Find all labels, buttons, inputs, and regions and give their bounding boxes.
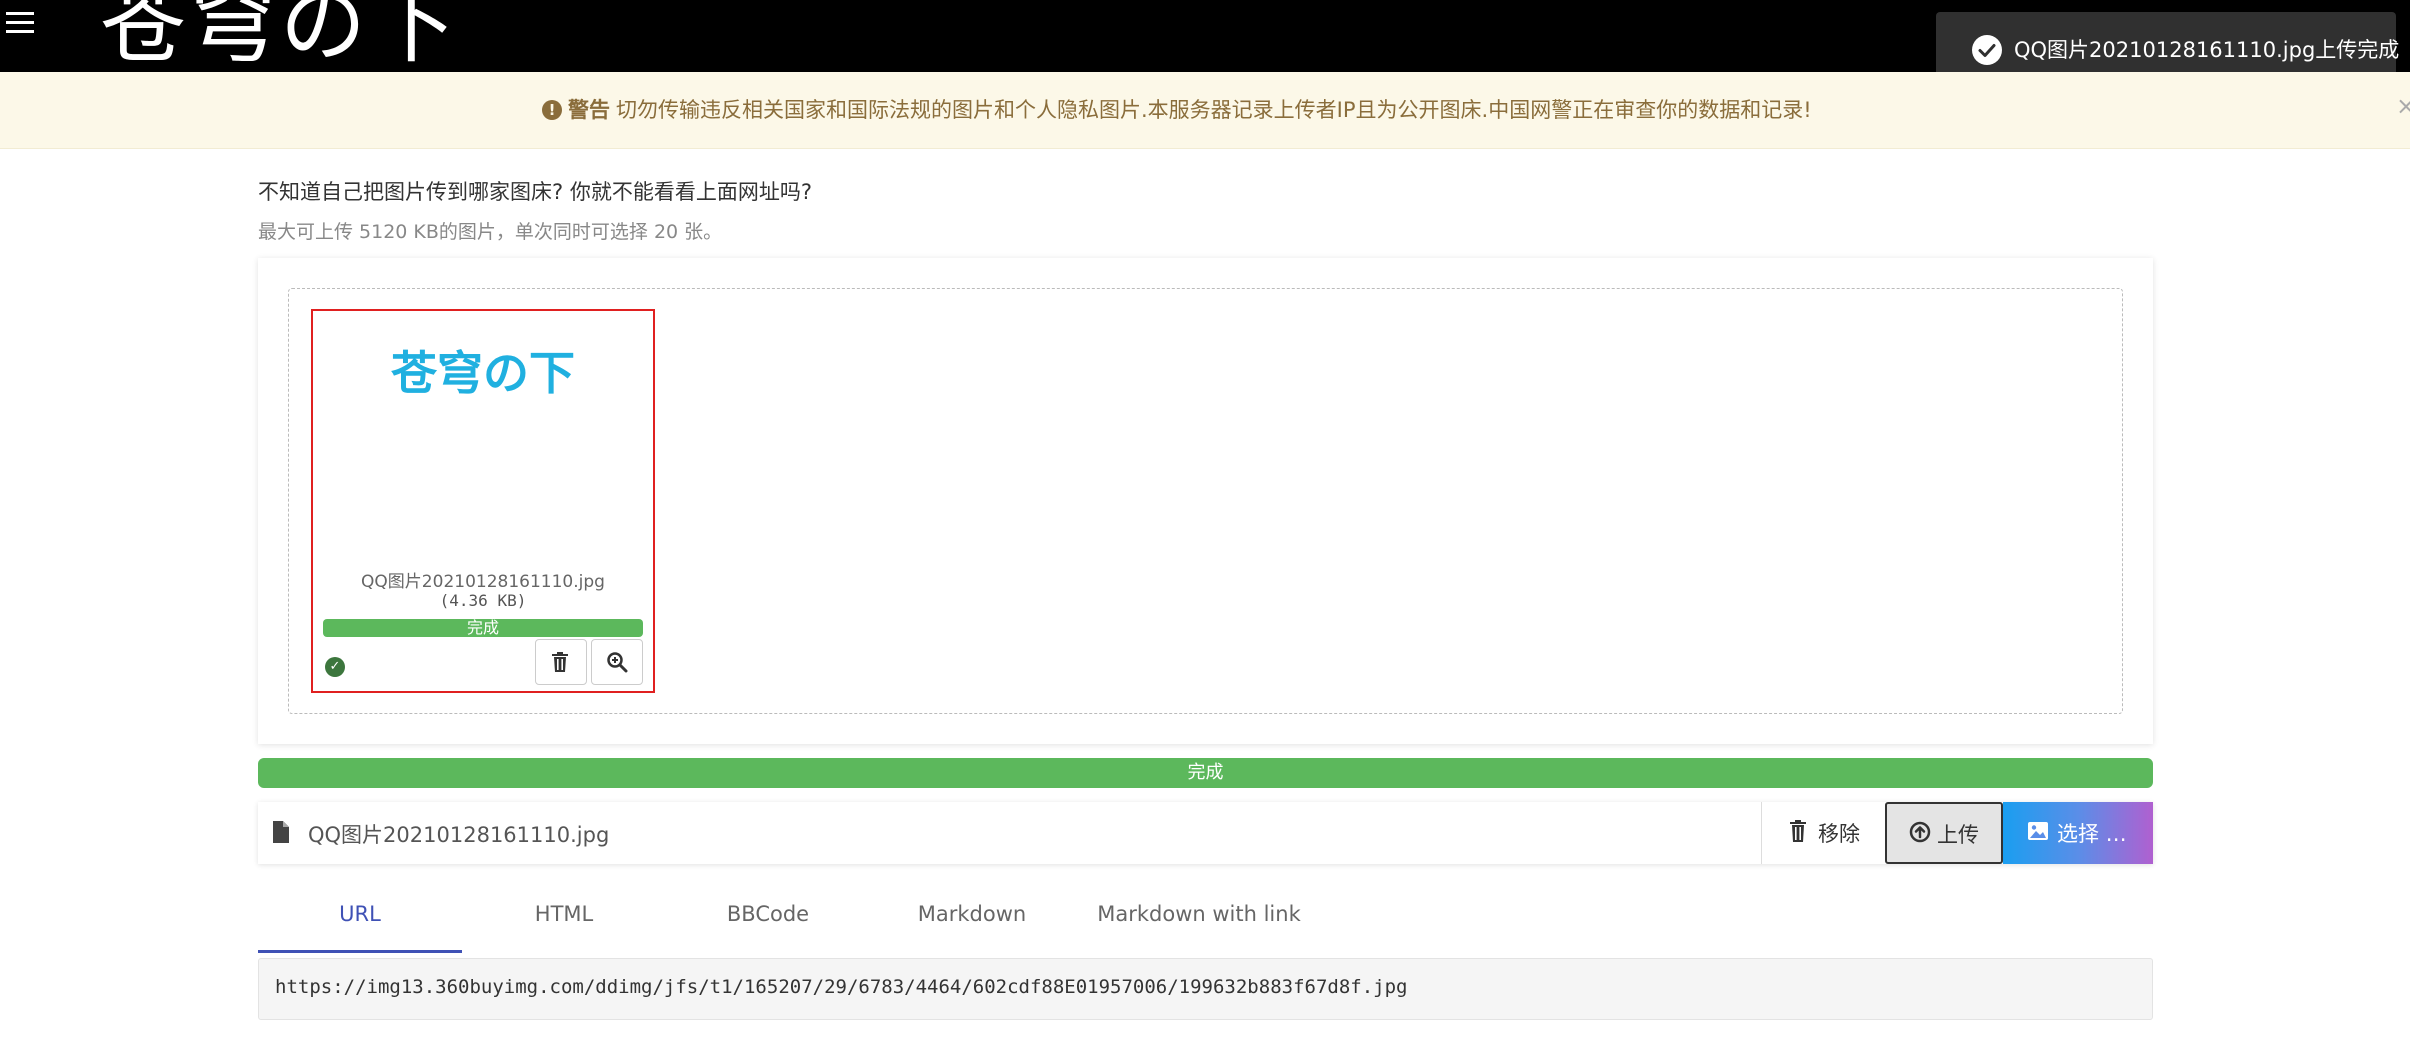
file-icon (273, 821, 289, 843)
result-link-text[interactable]: https://img13.360buyimg.com/ddimg/jfs/t1… (275, 976, 1407, 998)
file-thumbnail-card[interactable]: 苍穹の下 QQ图片20210128161110.jpg (4.36 KB) 完成… (311, 309, 655, 693)
thumbnail-image: 苍穹の下 (391, 346, 575, 400)
file-dropzone[interactable]: 苍穹の下 QQ图片20210128161110.jpg (4.36 KB) 完成… (288, 288, 2123, 714)
file-input-row: QQ图片20210128161110.jpg 移除 上传 选择 … (258, 802, 2153, 864)
trash-icon (1790, 820, 1806, 842)
tab-markdown-with-link[interactable]: Markdown with link (1074, 878, 1324, 950)
toast-message: QQ图片20210128161110.jpg上传完成 (2014, 38, 2400, 62)
hamburger-menu-icon[interactable] (6, 12, 36, 36)
thumbnail-file-size: (4.36 KB) (439, 591, 527, 610)
site-title[interactable]: 苍穹の下 (100, 0, 460, 72)
exclamation-circle-icon: ! (542, 100, 562, 120)
upload-button[interactable]: 上传 (1885, 802, 2003, 864)
tab-url[interactable]: URL (258, 878, 462, 953)
warning-banner: ! 警告 切勿传输违反相关国家和国际法规的图片和个人隐私图片.本服务器记录上传者IP… (0, 72, 2410, 149)
check-circle-icon (1972, 35, 2002, 65)
thumbnail-file-name: QQ图片20210128161110.jpg (361, 572, 605, 592)
link-format-tabs: URL HTML BBCode Markdown Markdown with l… (258, 878, 2153, 953)
upload-circle-icon (1909, 821, 1931, 843)
zoom-in-icon (607, 652, 628, 673)
image-icon (2028, 822, 2048, 840)
intro-title: 不知道自己把图片传到哪家图床? 你就不能看看上面网址吗? (258, 180, 812, 204)
close-icon[interactable]: × (2396, 92, 2410, 120)
zoom-thumbnail-button[interactable] (591, 639, 643, 685)
remove-button-label: 移除 (1818, 822, 1860, 846)
upload-panel: 苍穹の下 QQ图片20210128161110.jpg (4.36 KB) 完成… (258, 258, 2153, 744)
remove-button[interactable]: 移除 (1761, 802, 1886, 864)
warning-content: ! 警告 切勿传输违反相关国家和国际法规的图片和个人隐私图片.本服务器记录上传者IP… (542, 94, 1812, 126)
check-circle-icon: ✓ (325, 657, 345, 677)
result-link-box[interactable]: https://img13.360buyimg.com/ddimg/jfs/t1… (258, 958, 2153, 1020)
choose-files-button[interactable]: 选择 … (2003, 802, 2153, 864)
trash-icon (552, 652, 568, 672)
warning-text: 切勿传输违反相关国家和国际法规的图片和个人隐私图片.本服务器记录上传者IP且为公… (616, 98, 1812, 122)
upload-limits-text: 最大可上传 5120 KB的图片，单次同时可选择 20 张。 (258, 221, 723, 243)
choose-files-label: 选择 … (2057, 822, 2127, 846)
overall-progress-bar: 完成 (258, 758, 2153, 788)
tab-html[interactable]: HTML (462, 878, 666, 950)
upload-button-label: 上传 (1937, 823, 1979, 847)
warning-label: 警告 (568, 98, 610, 122)
thumbnail-progress-bar: 完成 (323, 619, 643, 637)
delete-thumbnail-button[interactable] (535, 639, 587, 685)
selected-file-name[interactable]: QQ图片20210128161110.jpg (308, 819, 609, 849)
tab-bbcode[interactable]: BBCode (666, 878, 870, 950)
tab-markdown[interactable]: Markdown (870, 878, 1074, 950)
